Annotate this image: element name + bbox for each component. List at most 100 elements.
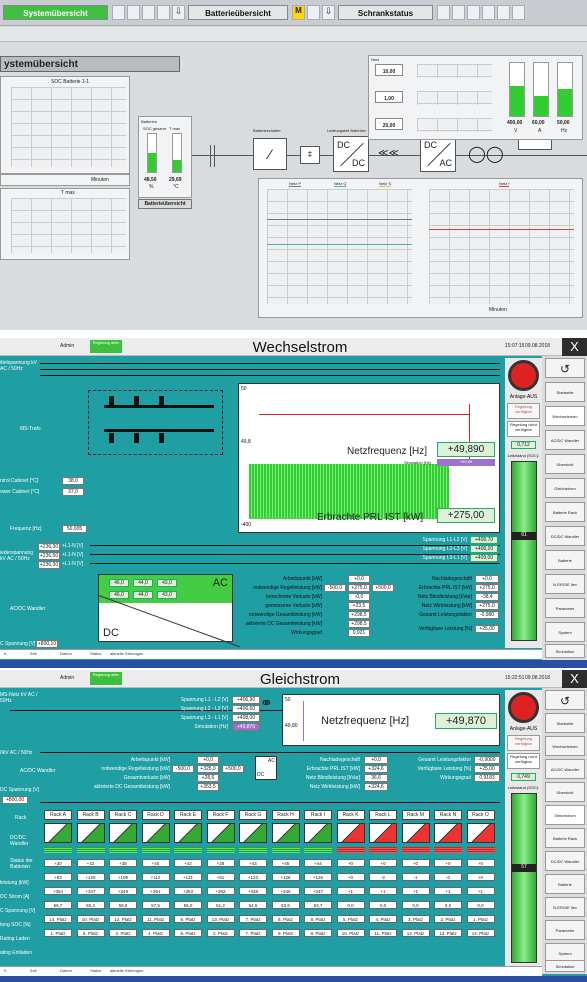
rack-column[interactable]: Rack O +0 +0 +1 0,0 1. Platz 14. Platz	[466, 810, 495, 962]
toolbar-slot[interactable]	[452, 5, 465, 20]
regelung-verfuegbar-button[interactable]: Regelung verfügbar	[507, 735, 540, 751]
regelung-nicht-button[interactable]: Regelung nicht verfügbar	[507, 421, 540, 437]
rack-column[interactable]: Rack G +43 +123 +348 54,5 7. Platz 7. Platz	[239, 810, 267, 962]
rack-column[interactable]: Rack A +30 +83 +354 66,7 14. Platz 1. Platz	[44, 810, 72, 962]
rack-name[interactable]: Rack F	[206, 810, 235, 820]
toolbar-slot[interactable]	[127, 5, 140, 20]
rack-name[interactable]: Rack A	[44, 810, 72, 820]
tab-systemuebersicht[interactable]: Systemübersicht	[3, 5, 108, 20]
current-value: 60,00	[532, 120, 545, 126]
ac-temp-5: 44,0	[133, 591, 153, 599]
rack-column[interactable]: Rack D +40 +112 +351 57,5 11. Platz 4. Platz	[141, 810, 170, 962]
toolbar-slot[interactable]	[482, 5, 495, 20]
download-icon[interactable]: ⇩	[172, 5, 185, 20]
rack-column[interactable]: Rack E +42 +121 +353 55,0 9. Platz 6. Platz	[174, 810, 202, 962]
rack-name[interactable]: Rack L	[369, 810, 397, 820]
dcac-in-label: DC	[424, 140, 437, 150]
regelung-verfuegbar-button[interactable]: Regelung verfügbar	[507, 403, 540, 419]
acdc-converter[interactable]: AC DC	[255, 756, 277, 780]
menu-gleichstrom[interactable]: Gleichstrom	[545, 805, 585, 825]
menu-wechselstrom[interactable]: Wechselstrom	[545, 406, 585, 426]
tab-batterieuebersicht[interactable]: Batterieübersicht	[188, 5, 288, 20]
menu-system[interactable]: System	[545, 622, 585, 642]
rack-name[interactable]: Rack I	[304, 810, 332, 820]
grid-q-value: 1,00	[375, 91, 403, 103]
close-button[interactable]: X	[562, 670, 587, 688]
toolbar-slot[interactable]	[112, 5, 125, 20]
menu-dcdc[interactable]: DC/DC Wandler	[545, 851, 585, 871]
dcdc-out-label: DC	[352, 158, 365, 168]
rack-name[interactable]: Rack E	[174, 810, 202, 820]
toolbar-slot[interactable]	[142, 5, 155, 20]
menu-startseite[interactable]: Startseite	[545, 713, 585, 733]
toolbar-slot[interactable]	[467, 5, 480, 20]
rack-column[interactable]: Rack K +0 +0 +1 0,0 5. Platz 10. Platz	[336, 810, 365, 962]
menu-parameter[interactable]: Parameter	[545, 598, 585, 618]
rack-name[interactable]: Rack N	[434, 810, 462, 820]
menu-batterie[interactable]: Batterie	[545, 550, 585, 570]
rack-name[interactable]: Rack D	[141, 810, 170, 820]
rack-name[interactable]: Rack B	[76, 810, 105, 820]
freq-value: 50,00	[557, 120, 570, 126]
menu-parameter[interactable]: Parameter	[545, 920, 585, 940]
menu-dcdc[interactable]: DC/DC Wandler	[545, 526, 585, 546]
rack-name[interactable]: Rack M	[401, 810, 430, 820]
menu-startseite[interactable]: Startseite	[545, 382, 585, 402]
rack-column[interactable]: Rack C +38 +109 +349 58,8 12. Platz 3. Platz	[109, 810, 137, 962]
menu-uebersicht[interactable]: Übersicht	[545, 782, 585, 802]
soc-chart-title: SOC Batterie 1-1	[51, 79, 90, 85]
regelung-aktiv-button[interactable]: Regelung aktiv	[90, 340, 122, 353]
toolbar-slot[interactable]	[437, 5, 450, 20]
rack-column[interactable]: Rack I +44 +126 +347 53,7 8. Platz 8. Platz	[304, 810, 332, 962]
toolbar-slot[interactable]	[497, 5, 510, 20]
rack-column[interactable]: Rack M +0 -1 +1 0,0 3. Platz 12. Platz	[401, 810, 430, 962]
breaker-batt-switch[interactable]: ⁄	[253, 138, 287, 170]
battery-overview-button[interactable]: Batterieübersicht	[138, 199, 192, 209]
dcac-converter[interactable]: DC AC	[420, 136, 456, 172]
rack-name[interactable]: Rack O	[466, 810, 495, 820]
arbeit-row-label: notwendige Gesamtleistung [kW]	[248, 612, 322, 618]
rack-column[interactable]: Rack B +42 +120 +347 55,3 10. Platz 5. Platz	[76, 810, 105, 962]
rack-column[interactable]: Rack H +45 +128 +346 53,6 6. Platz 9. Platz	[271, 810, 300, 962]
menu-uebersicht[interactable]: Übersicht	[545, 454, 585, 474]
menu-nergie[interactable]: N-ERGIE ilex	[545, 897, 585, 917]
rack-column[interactable]: Rack F +28 +81 +363 61,2 13. Platz 2. Platz	[206, 810, 235, 962]
toolbar-slot[interactable]	[157, 5, 170, 20]
menu-batterie-rack[interactable]: Batterie Rack	[545, 828, 585, 848]
mid-row-value: +0,0	[364, 756, 388, 764]
rack-u-value: +347	[76, 887, 105, 895]
menu-gleichstrom[interactable]: Gleichstrom	[545, 478, 585, 498]
time-range-bar[interactable]: Minuten	[0, 174, 130, 186]
rack-name[interactable]: Rack G	[239, 810, 267, 820]
rack-name[interactable]: Rack C	[109, 810, 137, 820]
close-button[interactable]: X	[562, 338, 587, 356]
regelung-nicht-button[interactable]: Regelung nicht verfügbar	[507, 753, 540, 769]
ms-trafo-label: MS-Trafo	[20, 426, 41, 432]
rack-p-value: +0	[336, 859, 365, 867]
menu-simulation[interactable]: Simulation	[545, 644, 585, 658]
menu-wechselstrom[interactable]: Wechselstrom	[545, 736, 585, 756]
chart-tick-top: 50	[241, 386, 247, 392]
tab-schrankstatus[interactable]: Schrankstatus	[338, 5, 433, 20]
rack-name[interactable]: Rack K	[336, 810, 365, 820]
menu-nergie[interactable]: N-ERGIE ilex	[545, 574, 585, 594]
emergency-stop-button[interactable]	[508, 692, 539, 723]
prl-value: +275,00	[437, 508, 495, 523]
menu-acdc[interactable]: AC/DC Wandler	[545, 759, 585, 779]
download-icon[interactable]: ⇩	[322, 5, 335, 20]
dcdc-converter[interactable]: DC DC	[333, 136, 369, 172]
menu-batterie-rack[interactable]: Batterie Rack	[545, 502, 585, 522]
emergency-stop-button[interactable]	[508, 360, 539, 391]
menu-simulation[interactable]: Simulation	[545, 960, 585, 972]
back-icon[interactable]: ↺	[545, 358, 585, 378]
toolbar-slot[interactable]	[307, 5, 320, 20]
menu-acdc[interactable]: AC/DC Wandler	[545, 430, 585, 450]
menu-batterie[interactable]: Batterie	[545, 874, 585, 894]
warning-icon[interactable]: M	[292, 5, 305, 20]
regelung-aktiv-button[interactable]: Regelung aktiv	[90, 672, 122, 685]
toolbar-slot[interactable]	[512, 5, 525, 20]
back-icon[interactable]: ↺	[545, 690, 585, 710]
rack-column[interactable]: Rack L +0 -2 +1 0,0 4. Platz 11. Platz	[369, 810, 397, 962]
rack-column[interactable]: Rack N +0 -0 +1 0,0 2. Platz 13. Platz	[434, 810, 462, 962]
rack-name[interactable]: Rack H	[271, 810, 300, 820]
